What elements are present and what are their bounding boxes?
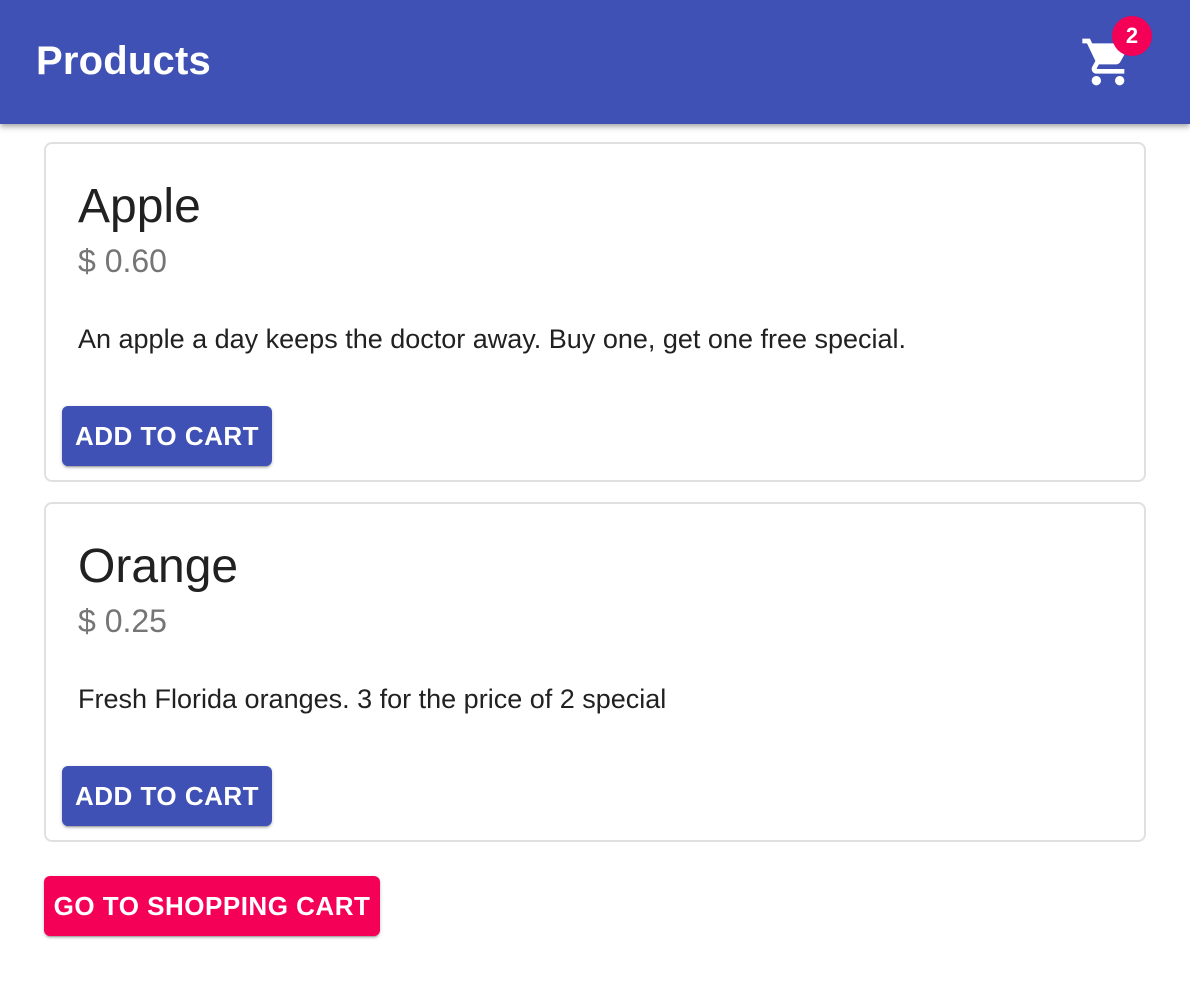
product-description: Fresh Florida oranges. 3 for the price o…	[78, 684, 667, 714]
product-price: $ 0.25	[78, 603, 167, 639]
go-to-shopping-cart-button[interactable]: GO TO SHOPPING CART	[44, 876, 380, 936]
product-name: Orange	[78, 540, 239, 593]
cart-count-badge: 2	[1112, 16, 1152, 56]
product-description: An apple a day keeps the doctor away. Bu…	[78, 324, 907, 354]
product-card-orange: Orange $ 0.25 Fresh Florida oranges. 3 f…	[44, 502, 1146, 842]
product-card-apple: Apple $ 0.60 An apple a day keeps the do…	[44, 142, 1146, 482]
product-price: $ 0.60	[78, 243, 167, 279]
product-name: Apple	[78, 180, 201, 233]
add-to-cart-button-apple[interactable]: ADD TO CART	[62, 406, 272, 466]
app-bar: Products 2	[0, 0, 1190, 124]
page-title: Products	[36, 39, 211, 83]
add-to-cart-button-orange[interactable]: ADD TO CART	[62, 766, 272, 826]
